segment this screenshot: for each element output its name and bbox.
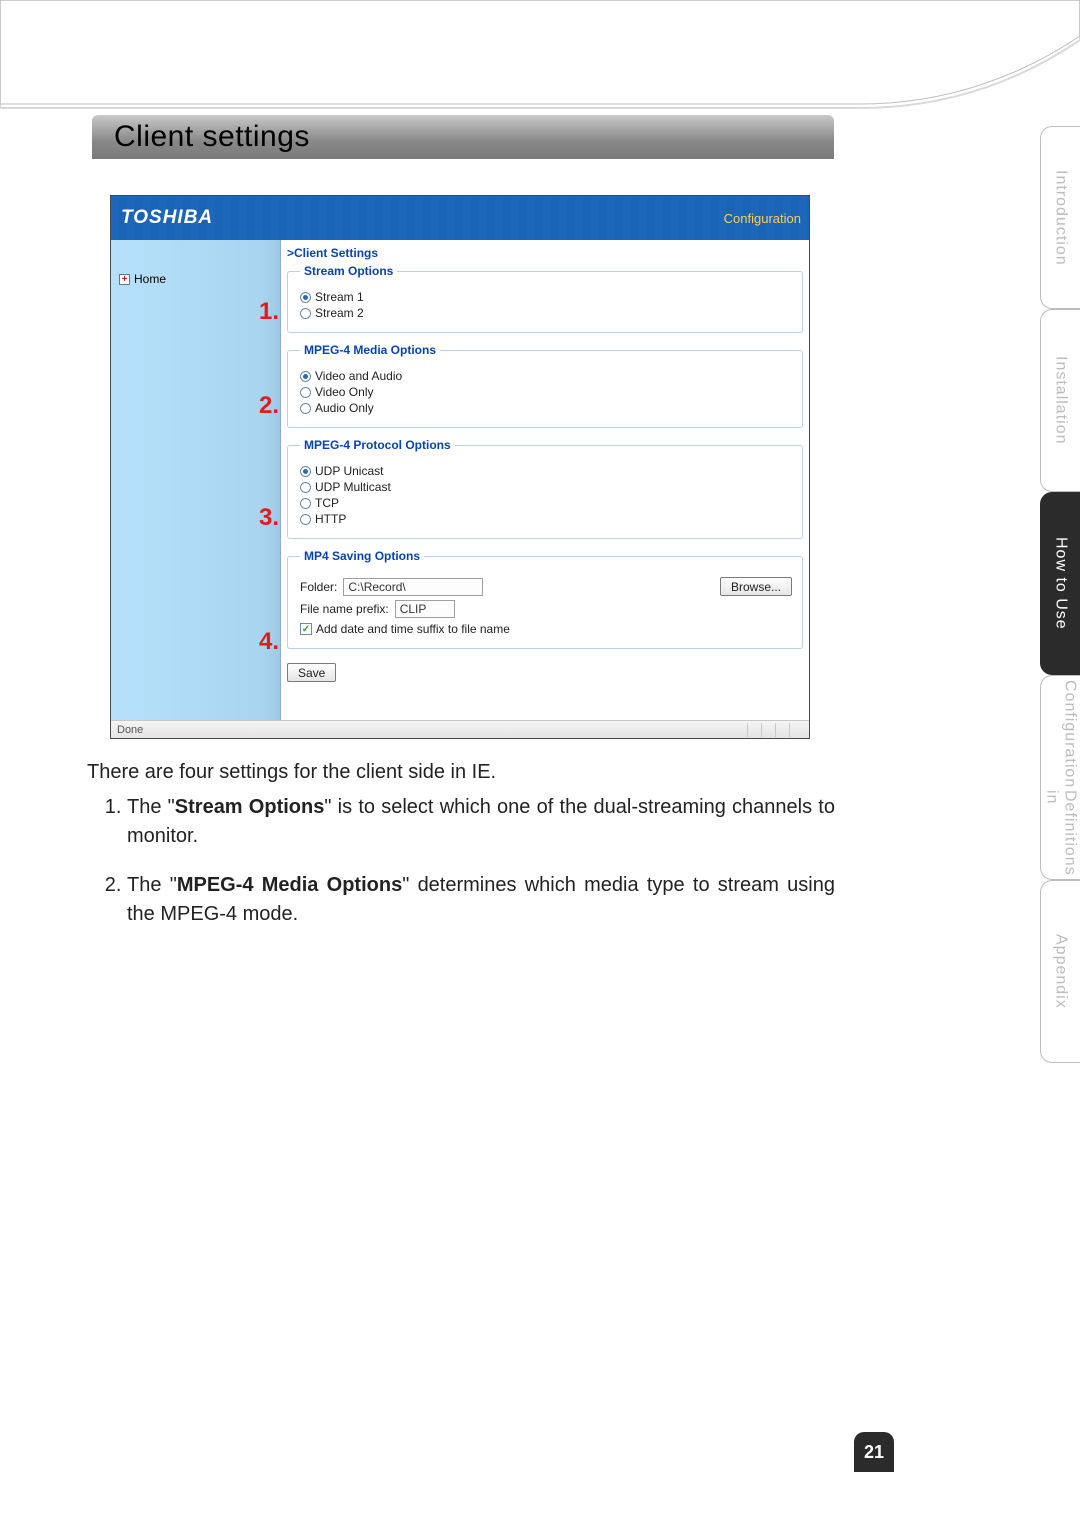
protocol-option-row[interactable]: UDP Unicast xyxy=(300,464,792,478)
body-item-2: The "MPEG-4 Media Options" determines wh… xyxy=(127,871,835,929)
prefix-label: File name prefix: xyxy=(300,602,389,616)
prefix-input[interactable]: CLIP xyxy=(395,600,455,618)
radio-icon[interactable] xyxy=(300,371,311,382)
radio-label: TCP xyxy=(315,496,339,510)
body-text: There are four settings for the client s… xyxy=(87,758,835,949)
tab-introduction[interactable]: Introduction xyxy=(1040,126,1080,309)
radio-icon[interactable] xyxy=(300,387,311,398)
status-chunks xyxy=(747,723,803,737)
content-panel: >Client Settings Stream Options Stream 1… xyxy=(281,240,809,720)
radio-icon[interactable] xyxy=(300,514,311,525)
media-option-row[interactable]: Video Only xyxy=(300,385,792,399)
tab-label: Installation xyxy=(1052,356,1070,445)
media-option-row[interactable]: Video and Audio xyxy=(300,369,792,383)
checkbox-label: Add date and time suffix to file name xyxy=(316,622,510,636)
radio-label: Video Only xyxy=(315,385,373,399)
media-options-group: MPEG-4 Media Options Video and Audio Vid… xyxy=(287,343,803,428)
ui-header: TOSHIBA Configuration xyxy=(111,196,809,240)
ui-body: + Home 1. 2. 3. 4. >Client Settings Strea… xyxy=(111,240,809,720)
tab-label: How to Use xyxy=(1052,537,1070,630)
radio-label: UDP Multicast xyxy=(315,480,391,494)
callout-1: 1. xyxy=(259,298,279,326)
folder-label: Folder: xyxy=(300,580,337,594)
page-top-accent xyxy=(0,0,1080,110)
suffix-checkbox-row[interactable]: ✓ Add date and time suffix to file name xyxy=(300,622,792,636)
folder-input[interactable]: C:\Record\ xyxy=(343,578,483,596)
radio-label: Video and Audio xyxy=(315,369,402,383)
caret-icon: > xyxy=(287,246,294,260)
radio-label: Audio Only xyxy=(315,401,374,415)
body-item-1: The "Stream Options" is to select which … xyxy=(127,793,835,851)
breadcrumb: >Client Settings xyxy=(287,246,803,260)
sidebar-home[interactable]: + Home xyxy=(119,272,280,286)
protocol-option-row[interactable]: HTTP xyxy=(300,512,792,526)
radio-icon[interactable] xyxy=(300,482,311,493)
stream-options-group: Stream Options Stream 1 Stream 2 xyxy=(287,264,803,333)
tab-how-to-use[interactable]: How to Use xyxy=(1040,492,1080,675)
configuration-link[interactable]: Configuration xyxy=(724,211,801,226)
radio-icon[interactable] xyxy=(300,403,311,414)
tab-installation[interactable]: Installation xyxy=(1040,309,1080,492)
radio-icon[interactable] xyxy=(300,292,311,303)
tab-label: Appendix xyxy=(1052,934,1070,1009)
protocol-options-legend: MPEG-4 Protocol Options xyxy=(300,438,455,452)
breadcrumb-text: Client Settings xyxy=(294,246,378,260)
tab-appendix[interactable]: Appendix xyxy=(1040,880,1080,1063)
expand-icon[interactable]: + xyxy=(119,274,130,285)
protocol-options-group: MPEG-4 Protocol Options UDP Unicast UDP … xyxy=(287,438,803,539)
stream-option-row[interactable]: Stream 2 xyxy=(300,306,792,320)
radio-label: HTTP xyxy=(315,512,346,526)
page-number-text: 21 xyxy=(864,1442,884,1463)
media-option-row[interactable]: Audio Only xyxy=(300,401,792,415)
radio-icon[interactable] xyxy=(300,466,311,477)
prefix-row: File name prefix: CLIP xyxy=(300,600,792,618)
stream-options-legend: Stream Options xyxy=(300,264,397,278)
tab-label: Introduction xyxy=(1052,170,1070,266)
folder-row: Folder: C:\Record\ Browse... xyxy=(300,577,792,596)
sidebar: + Home xyxy=(111,240,281,720)
saving-options-legend: MP4 Saving Options xyxy=(300,549,424,563)
callout-3: 3. xyxy=(259,504,279,532)
protocol-option-row[interactable]: TCP xyxy=(300,496,792,510)
saving-options-group: MP4 Saving Options Folder: C:\Record\ Br… xyxy=(287,549,803,649)
radio-label: Stream 1 xyxy=(315,290,364,304)
brand-logo: TOSHIBA xyxy=(121,207,213,229)
radio-icon[interactable] xyxy=(300,308,311,319)
tab-label-twoline: Configuration Definitions in xyxy=(1043,680,1079,876)
media-options-legend: MPEG-4 Media Options xyxy=(300,343,440,357)
status-text: Done xyxy=(117,724,143,736)
radio-icon[interactable] xyxy=(300,498,311,509)
radio-label: Stream 2 xyxy=(315,306,364,320)
section-heading: Client settings xyxy=(92,115,834,159)
protocol-option-row[interactable]: UDP Multicast xyxy=(300,480,792,494)
checkbox-icon[interactable]: ✓ xyxy=(300,623,312,635)
body-intro: There are four settings for the client s… xyxy=(87,758,835,787)
status-bar: Done xyxy=(111,720,809,738)
callout-2: 2. xyxy=(259,392,279,420)
callout-4: 4. xyxy=(259,628,279,656)
browse-button[interactable]: Browse... xyxy=(720,577,792,596)
stream-option-row[interactable]: Stream 1 xyxy=(300,290,792,304)
save-button[interactable]: Save xyxy=(287,663,336,682)
radio-label: UDP Unicast xyxy=(315,464,383,478)
side-tabs: Introduction Installation How to Use Con… xyxy=(860,126,1080,1063)
embedded-ui-screenshot: TOSHIBA Configuration + Home 1. 2. 3. 4. … xyxy=(110,195,810,739)
tab-definitions[interactable]: Configuration Definitions in xyxy=(1040,675,1080,880)
page-number: 21 xyxy=(854,1432,894,1472)
sidebar-home-label: Home xyxy=(134,272,166,286)
section-heading-text: Client settings xyxy=(114,120,310,154)
